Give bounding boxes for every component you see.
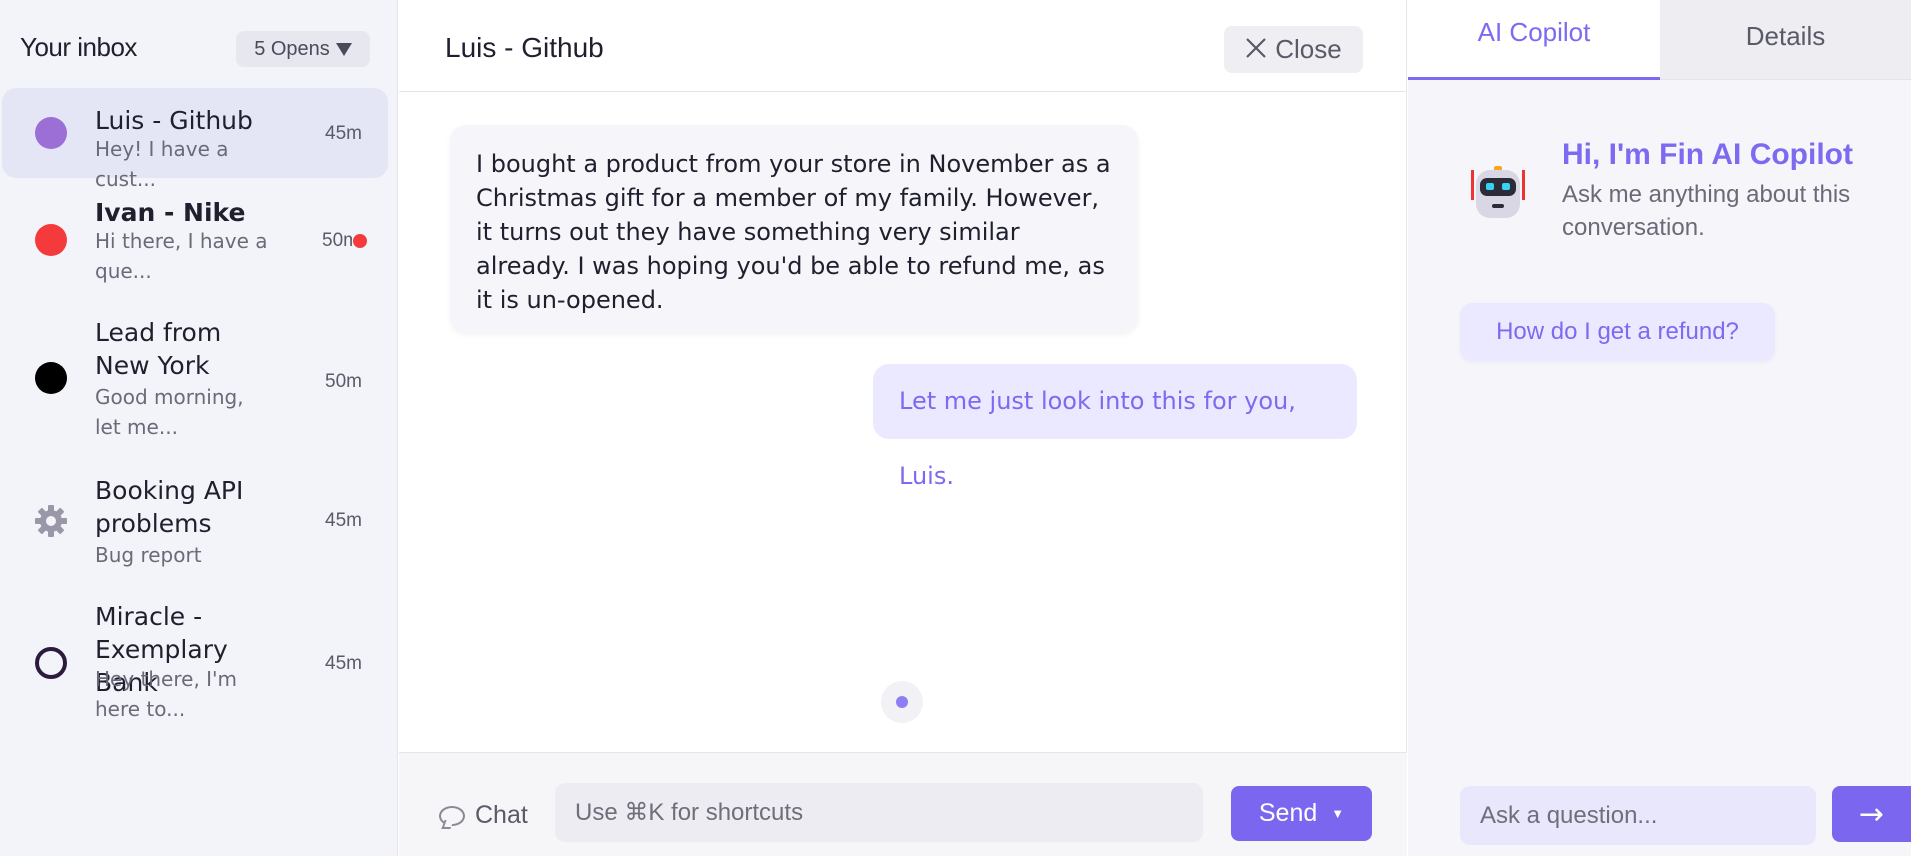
conversation-name: Booking API problems xyxy=(95,476,244,538)
gear-icon xyxy=(33,503,69,539)
chat-bubble-icon xyxy=(439,805,465,826)
typing-indicator xyxy=(881,681,923,723)
copilot-subtext: Ask me anything about this conversation. xyxy=(1562,181,1851,241)
robot-icon xyxy=(1468,164,1528,224)
avatar xyxy=(35,362,67,394)
conversation-time: 50m xyxy=(325,371,362,392)
caret-down-icon: ▼ xyxy=(1331,806,1345,821)
reply-input[interactable] xyxy=(555,783,1203,842)
chat-mode-selector[interactable]: Chat xyxy=(439,801,528,830)
conversation-item-ivan-nike[interactable]: Ivan - Nike Hi there, I have a que... 50… xyxy=(2,190,388,290)
conversation-item-lead-new-york[interactable]: Lead from New York Good morning, let me.… xyxy=(2,316,388,446)
conversation-item-booking-api[interactable]: Booking API problems Bug report 45m xyxy=(2,474,388,574)
conversation-name: Lead from New York xyxy=(95,318,222,380)
close-icon xyxy=(1245,36,1267,64)
arrow-right-icon: → xyxy=(1858,796,1885,832)
inbox-title: Your inbox xyxy=(20,32,137,62)
inbox-header: Your inbox 5 Opens xyxy=(0,0,398,88)
conversation-time: 45m xyxy=(325,653,362,674)
opens-filter-dropdown[interactable]: 5 Opens xyxy=(236,31,370,67)
conversation-preview: Good morning, let me... xyxy=(95,385,244,439)
conversation-preview: Hey there, I'm here to... xyxy=(95,667,238,721)
inbox-sidebar: Your inbox 5 Opens Luis - Github Hey! I … xyxy=(0,0,398,856)
opens-filter-label: 5 Opens xyxy=(254,37,330,60)
ask-question-input[interactable] xyxy=(1460,786,1816,845)
customer-message: I bought a product from your store in No… xyxy=(450,125,1138,333)
tab-details[interactable]: Details xyxy=(1660,0,1911,80)
conversation-title: Luis - Github xyxy=(445,32,604,63)
avatar xyxy=(35,647,67,679)
conversation-time: 45m xyxy=(325,510,362,531)
close-label: Close xyxy=(1275,34,1342,64)
avatar xyxy=(35,224,67,256)
conversation-time: 50m xyxy=(322,230,352,251)
conversation-item-miracle-bank[interactable]: Miracle - Exemplary Bank Hey there, I'm … xyxy=(2,600,388,730)
agent-message: Let me just look into this for you, Luis… xyxy=(873,364,1357,490)
caret-down-icon xyxy=(335,42,352,56)
conversation-name: Ivan - Nike xyxy=(95,198,246,227)
composer: Chat Send ▼ xyxy=(399,752,1407,856)
close-button[interactable]: Close xyxy=(1224,26,1363,73)
copilot-heading: Hi, I'm Fin AI Copilot xyxy=(1562,138,1853,171)
suggested-question-button[interactable]: How do I get a refund? xyxy=(1460,303,1775,361)
conversation-preview: Hey! I have a cust... xyxy=(95,137,229,191)
unread-indicator xyxy=(353,234,367,248)
tab-ai-copilot[interactable]: AI Copilot xyxy=(1408,0,1660,80)
send-label: Send xyxy=(1258,799,1318,827)
chat-mode-label: Chat xyxy=(475,801,528,829)
conversation-preview: Hi there, I have a que... xyxy=(95,229,268,283)
conversation-header: Luis - Github Close xyxy=(399,0,1407,92)
ask-submit-button[interactable]: → xyxy=(1832,786,1911,842)
conversation-item-luis-github[interactable]: Luis - Github Hey! I have a cust... 45m xyxy=(2,88,388,191)
conversation-time: 45m xyxy=(325,123,362,144)
avatar xyxy=(35,117,67,149)
conversation-panel: Luis - Github Close I bought a product f… xyxy=(399,0,1407,856)
send-button[interactable]: Send ▼ xyxy=(1231,786,1372,841)
conversation-preview: Bug report xyxy=(95,543,202,567)
conversation-name: Luis - Github xyxy=(95,106,253,135)
copilot-tabs: AI Copilot Details xyxy=(1408,0,1911,80)
copilot-panel: AI Copilot Details Hi, I'm Fin AI Copilo… xyxy=(1408,0,1911,856)
